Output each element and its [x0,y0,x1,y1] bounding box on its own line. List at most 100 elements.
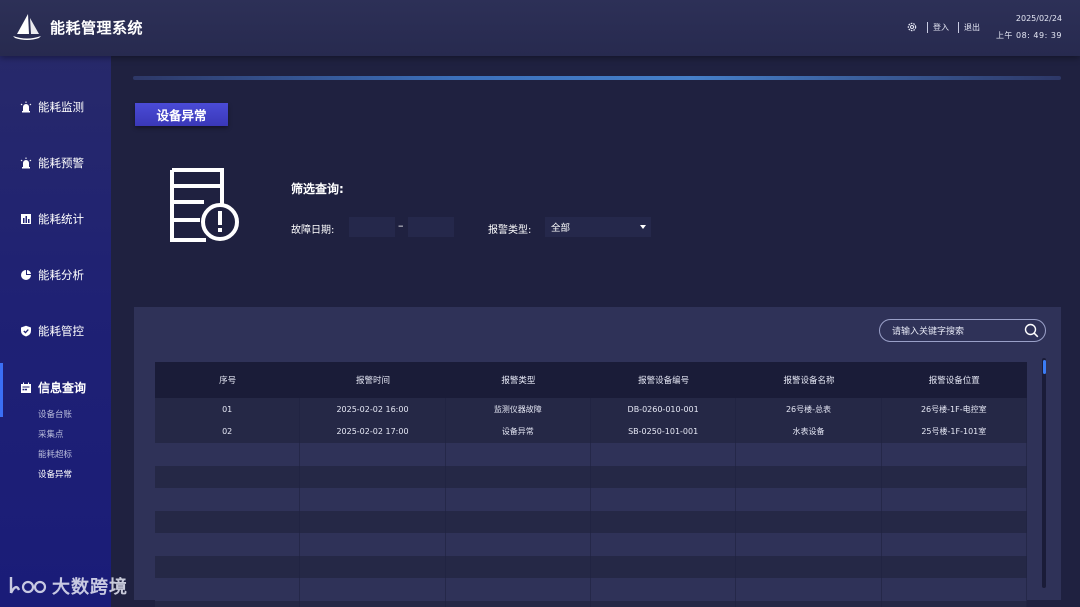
table-row-empty [155,443,1027,466]
table-row[interactable]: 02 2025-02-02 17:00 设备异常 SB-0250-101-001… [155,420,1027,443]
filter-title: 筛选查询: [291,182,344,196]
sidebar-item-label: 能耗预警 [38,156,84,170]
column-header: 报警设备位置 [928,376,980,386]
table-row-empty [155,488,1027,511]
column-header: 序号 [219,376,237,386]
table-cell [882,443,1027,466]
sidebar-item-label: 信息查询 [38,381,87,395]
date-range-dash: – [398,219,404,232]
page-tab-device-abnormal[interactable]: 设备异常 [135,103,228,126]
table-cell [446,533,591,556]
search-input[interactable]: 请输入关键字搜索 [879,319,1046,342]
search-placeholder: 请输入关键字搜索 [892,327,965,337]
sidebar-item-energy-warning[interactable]: 能耗预警 [0,151,111,175]
document-alert-icon [170,168,239,242]
sub-item-device-ledger[interactable]: 设备台账 [38,408,72,420]
sidebar-item-label: 能耗监测 [38,100,84,114]
table-cell [446,555,591,578]
sidebar: 能耗监测 能耗预警 能耗统计 能耗分析 能耗管控 信息查询 设备台账 采集点 能… [0,56,111,607]
active-indicator [0,363,3,417]
watermark-text: 大数跨境 [52,577,128,598]
table-cell [736,533,882,556]
sidebar-item-label: 能耗分析 [38,268,84,282]
table-cell [591,578,737,601]
shield-icon [21,325,31,337]
alarm-type-label: 报警类型: [488,225,532,236]
date-end-input[interactable] [408,217,454,237]
table-cell: 水表设备 [736,420,882,443]
alarm-light-icon [20,157,32,169]
table-cell [736,465,882,488]
table-cell [155,465,301,488]
table-cell: 26号楼-总表 [736,398,882,421]
pie-chart-icon [21,270,31,280]
table-cell [591,465,737,488]
bar-chart-icon [21,214,31,224]
table-cell [736,443,882,466]
logout-link[interactable]: 退出 [964,22,980,33]
alarm-type-value: 全部 [551,223,571,234]
table-cell: 设备异常 [446,420,591,443]
column-header: 报警类型 [501,376,536,386]
sidebar-item-energy-control[interactable]: 能耗管控 [0,319,111,343]
gear-icon[interactable] [906,21,918,33]
table-cell [155,488,301,511]
table-cell [591,533,737,556]
sidebar-item-label: 能耗管控 [38,324,84,338]
header-divider-line [133,76,1061,80]
table-cell [591,600,737,607]
table-row-empty [155,555,1027,578]
table-cell: 26号楼-1F-电控室 [882,398,1027,421]
table-cell: 2025-02-02 17:00 [300,420,446,443]
sidebar-item-info-query[interactable]: 信息查询 [20,379,86,396]
table-cell [736,488,882,511]
divider [927,21,928,33]
login-link[interactable]: 登入 [933,22,949,33]
table-cell [882,533,1027,556]
chevron-down-icon [640,225,646,229]
table-header: 序号 报警时间 报警类型 报警设备编号 报警设备名称 报警设备位置 [155,362,1027,398]
table-cell: 2025-02-02 16:00 [300,398,446,421]
table-cell [155,510,301,533]
table-cell [882,488,1027,511]
table-row-empty [155,600,1027,607]
app-title: 能耗管理系统 [50,19,144,37]
table-cell [736,510,882,533]
table-row[interactable]: 01 2025-02-02 16:00 监测仪器故障 DB-0260-010-0… [155,398,1027,421]
calendar-icon [21,382,31,393]
scrollbar-thumb[interactable] [1043,360,1046,374]
table-cell: 25号楼-1F-101室 [882,420,1027,443]
table-row-empty [155,533,1027,556]
alarm-type-select[interactable]: 全部 [545,217,651,237]
table-row-empty [155,465,1027,488]
sub-item-collection-point[interactable]: 采集点 [38,428,64,440]
table-cell: 01 [155,398,301,421]
alarm-light-icon [20,101,32,113]
table-cell [300,555,446,578]
table-cell [300,578,446,601]
table-cell [446,488,591,511]
watermark: 大数跨境 [8,573,128,599]
sub-item-device-abnormal[interactable]: 设备异常 [38,468,72,480]
watermark-logo-icon [9,577,47,594]
sidebar-item-energy-analysis[interactable]: 能耗分析 [0,263,111,287]
search-icon[interactable] [1024,323,1039,338]
column-header: 报警设备编号 [638,376,690,386]
table-cell [882,578,1027,601]
table-cell [882,555,1027,578]
table-cell [736,578,882,601]
sidebar-item-energy-stats[interactable]: 能耗统计 [0,207,111,231]
table-cell [591,488,737,511]
sidebar-item-energy-monitor[interactable]: 能耗监测 [0,95,111,119]
date-start-input[interactable] [349,217,395,237]
table-cell: SB-0250-101-001 [591,420,737,443]
table-cell [736,600,882,607]
header-date: 2025/02/24 [1015,14,1062,23]
alarm-table: 序号 报警时间 报警类型 报警设备编号 报警设备名称 报警设备位置 01 202… [155,362,1027,607]
table-cell: 监测仪器故障 [446,398,591,421]
sub-item-energy-overuse[interactable]: 能耗超标 [38,448,72,460]
table-cell [882,510,1027,533]
table-scrollbar[interactable] [1042,358,1046,588]
table-cell [882,600,1027,607]
table-cell [446,600,591,607]
